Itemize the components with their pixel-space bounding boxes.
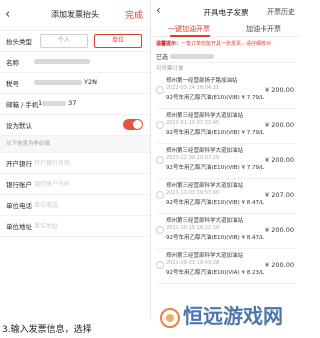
default-label: 设为默认 <box>6 122 32 130</box>
phone-input[interactable]: 单位电话 <box>34 200 58 209</box>
select-checkbox[interactable] <box>156 226 164 234</box>
type-personal-option[interactable]: 个人 <box>40 34 88 48</box>
account-label: 银行账户 <box>6 181 32 189</box>
add-invoice-title-screen: ‹ 添加发票抬头 完成 抬头类型 个人 单位 名称 税号 Y2N 邮箱 / 手机… <box>0 0 151 318</box>
order-time: 2022-01-10 07:32:45 <box>166 120 220 126</box>
station-name: 郑州第一经营部扬子路加油站 <box>166 78 238 84</box>
product-info: 92号车用乙醇汽油(E10)(VIB) ¥ 7.79/L <box>166 165 264 171</box>
bank-input[interactable]: 开户银行名称 <box>34 158 70 167</box>
contact-row[interactable]: 邮箱 / 手机 1 37 <box>0 94 150 115</box>
tab-one-click-fuel[interactable]: 一键加油开票 <box>168 24 210 34</box>
account-row[interactable]: 银行账户 银行账户号码 <box>0 174 150 195</box>
notice-banner: 温馨提示：一笔订单仅能开具一张发票，请仔细核对 <box>156 40 296 49</box>
watermark-text: 恒远游戏网 <box>183 304 283 328</box>
order-amount: ¥ 200.00 <box>265 121 294 129</box>
order-amount: ¥ 200.00 <box>265 226 294 234</box>
list-item[interactable]: 郑州第三经营部科学大道加油站 2021-10-15 18:22:10 92号车用… <box>156 214 296 249</box>
address-label: 单位地址 <box>6 223 32 231</box>
order-time: 2021-10-15 18:22:10 <box>166 225 220 231</box>
tax-id-label: 税号 <box>6 80 19 88</box>
name-value[interactable] <box>34 57 92 65</box>
order-amount: ¥ 207.00 <box>265 191 294 199</box>
order-time: 2021-11-03 19:57:09 <box>166 190 220 196</box>
tax-id-value[interactable]: Y2N <box>34 78 97 86</box>
tab-bar: 一键加油开票 加油卡开票 <box>152 22 300 37</box>
default-toggle[interactable] <box>123 119 143 130</box>
station-name: 郑州第三经营部科学大道加油站 <box>166 253 244 259</box>
product-info: 92号车用乙醇汽油(E10)(VIB) ¥ 7.79/L <box>166 95 264 101</box>
optional-note: 以下信息为非必填 <box>0 136 150 153</box>
header: ‹ 添加发票抬头 完成 <box>0 0 150 31</box>
list-item[interactable]: 郑州第一经营部扬子路加油站 2022-03-24 16:04:31 92号车用乙… <box>156 74 296 109</box>
e-invoice-screen: ‹ 开具电子发票 开票历史 一键加油开票 加油卡开票 温馨提示：一笔订单仅能开具… <box>152 0 300 318</box>
phone-label: 单位电话 <box>6 202 32 210</box>
order-amount: ¥ 200.00 <box>265 261 294 269</box>
order-time: 2021-09-23 19:43:28 <box>166 260 220 266</box>
select-checkbox[interactable] <box>156 86 164 94</box>
notice-prefix: 温馨提示： <box>156 41 182 47</box>
order-amount: ¥ 200.00 <box>265 86 294 94</box>
station-name: 郑州第三经营部科学大道加油站 <box>166 183 244 189</box>
product-info: 92号车用乙醇汽油(E10)(VIB) ¥ 7.79/L <box>166 130 264 136</box>
product-info: 92号车用乙醇汽油(E10)(VIB) ¥ 8.47/L <box>166 235 264 241</box>
title-type-row: 抬头类型 个人 单位 <box>0 31 150 52</box>
site-watermark: 恒远游戏网 <box>160 300 290 330</box>
bank-row[interactable]: 开户银行 开户银行名称 <box>0 153 150 174</box>
tax-id-row[interactable]: 税号 Y2N <box>0 73 150 94</box>
select-checkbox[interactable] <box>156 156 164 164</box>
order-time: 2022-03-24 16:04:31 <box>166 85 220 91</box>
redacted-name <box>34 58 90 64</box>
watermark-logo-icon <box>160 307 180 328</box>
list-item[interactable]: 郑州第三经营部科学大道加油站 2022-01-10 07:32:45 92号车用… <box>156 109 296 144</box>
bank-label: 开户银行 <box>6 160 32 168</box>
selected-label: 已选 <box>156 54 169 61</box>
toggle-knob <box>133 120 142 129</box>
address-input[interactable]: 单位地址 <box>34 221 58 230</box>
tax-id-suffix: Y2N <box>84 78 97 86</box>
selected-summary: 已选 <box>156 49 296 63</box>
notice-text: 一笔订单仅能开具一张发票，请仔细核对 <box>181 41 272 47</box>
station-name: 郑州第三经营部科学大道加油站 <box>166 148 244 154</box>
active-tab-indicator <box>170 35 210 37</box>
product-info: 92号车用乙醇汽油(E10)(VIA) ¥ 8.23/L <box>166 270 264 276</box>
invoice-history-link[interactable]: 开票历史 <box>267 7 295 17</box>
station-name: 郑州第三经营部科学大道加油站 <box>166 218 244 224</box>
redacted-tax-id <box>34 79 82 85</box>
type-company-option[interactable]: 单位 <box>94 34 142 48</box>
redacted-contact <box>42 100 67 106</box>
select-checkbox[interactable] <box>156 121 164 129</box>
address-row[interactable]: 单位地址 单位地址 <box>0 216 150 237</box>
phone-row[interactable]: 单位电话 单位电话 <box>0 195 150 216</box>
list-header: 可开票订单 <box>156 66 184 72</box>
list-item[interactable]: 郑州第三经营部科学大道加油站 2021-09-23 19:43:28 92号车用… <box>156 249 296 284</box>
contact-suffix: 37 <box>68 99 77 107</box>
redacted-selected <box>170 54 214 59</box>
title-type-label: 抬头类型 <box>6 38 32 46</box>
account-input[interactable]: 银行账户号码 <box>34 179 70 188</box>
select-checkbox[interactable] <box>156 261 164 269</box>
default-row: 设为默认 <box>0 115 150 136</box>
list-item[interactable]: 郑州第三经营部科学大道加油站 2021-12-30 10:07:29 92号车用… <box>156 144 296 179</box>
name-label: 名称 <box>6 59 19 67</box>
order-list: 郑州第一经营部扬子路加油站 2022-03-24 16:04:31 92号车用乙… <box>152 74 300 284</box>
contact-label: 邮箱 / 手机 <box>6 101 39 109</box>
tab-fuel-card[interactable]: 加油卡开票 <box>246 24 281 34</box>
step-caption: 3.输入发票信息，选择 <box>2 325 92 335</box>
order-amount: ¥ 200.00 <box>265 156 294 164</box>
select-checkbox[interactable] <box>156 191 164 199</box>
product-info: 92号车用乙醇汽油(E10)(VIB) ¥ 8.47/L <box>166 200 264 206</box>
name-row[interactable]: 名称 <box>0 52 150 73</box>
station-name: 郑州第三经营部科学大道加油站 <box>166 113 244 119</box>
contact-value[interactable]: 1 37 <box>38 99 76 107</box>
header: ‹ 开具电子发票 开票历史 <box>152 0 300 22</box>
done-button[interactable]: 完成 <box>125 8 143 21</box>
order-time: 2021-12-30 10:07:29 <box>166 155 220 161</box>
list-item[interactable]: 郑州第三经营部科学大道加油站 2021-11-03 19:57:09 92号车用… <box>156 179 296 214</box>
